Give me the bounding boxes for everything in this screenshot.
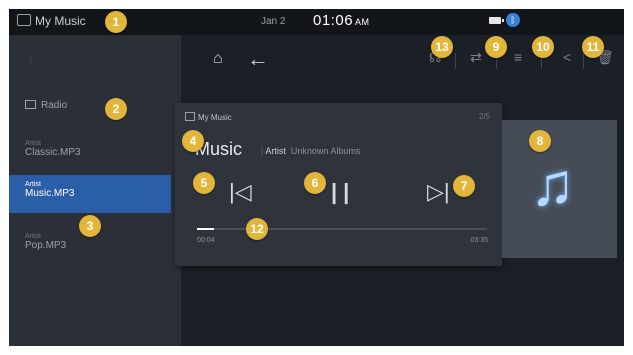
bluetooth-icon: ᛒ xyxy=(506,13,520,27)
back-arrow-icon[interactable]: ← xyxy=(247,46,269,72)
ampm-text: AM xyxy=(355,17,370,27)
callout-badge: 4 xyxy=(182,130,204,152)
artist-label: Artist xyxy=(25,140,41,147)
repeat-icon[interactable]: ⇄ xyxy=(470,49,482,66)
file-label: Music.MP3 xyxy=(25,188,75,199)
callout-badge: 7 xyxy=(453,175,475,197)
callout-badge: 5 xyxy=(193,172,215,194)
previous-track-icon[interactable]: |◁ xyxy=(229,179,252,205)
track-index: 2/5 xyxy=(478,112,490,121)
callout-badge: 1 xyxy=(105,11,127,33)
menu-icon[interactable]: ⁝ xyxy=(29,55,32,66)
folder-icon xyxy=(185,112,195,121)
folder-icon xyxy=(25,100,36,109)
callout-badge: 8 xyxy=(529,130,551,152)
sidebar-item-classic[interactable]: Artist Classic.MP3 xyxy=(9,140,197,158)
artist-label: Artist xyxy=(25,233,41,240)
elapsed-time: 00:04 xyxy=(197,237,215,244)
music-source-icon xyxy=(17,14,31,26)
pause-icon[interactable]: || xyxy=(331,179,355,205)
source-label[interactable]: My Music xyxy=(17,14,86,28)
callout-badge: 6 xyxy=(304,172,326,194)
artist-label: Artist xyxy=(25,181,41,188)
date-text: Jan 2 xyxy=(261,16,286,27)
album-text: Unknown Albums xyxy=(290,146,361,156)
song-meta: | Artist Unknown Albums xyxy=(261,146,361,156)
file-label: Pop.MP3 xyxy=(25,240,67,251)
callout-badge: 13 xyxy=(431,36,453,58)
progress-fill xyxy=(197,228,215,230)
next-track-icon[interactable]: ▷| xyxy=(427,179,450,205)
album-art: ♫ xyxy=(502,120,617,258)
music-note-icon: ♫ xyxy=(530,151,575,218)
share-icon[interactable]: < xyxy=(563,49,571,65)
sidebar-item-music-selected[interactable]: Artist Music.MP3 xyxy=(9,175,171,213)
divider xyxy=(455,53,456,69)
status-bar: My Music Jan 2 01:06 AM ᛒ xyxy=(9,9,624,35)
progress-bar[interactable] xyxy=(197,228,487,230)
clock: 01:06 AM xyxy=(313,12,370,29)
callout-badge: 11 xyxy=(582,36,604,58)
battery-icon xyxy=(489,17,504,24)
file-label: Classic.MP3 xyxy=(25,147,81,158)
radio-label: Radio xyxy=(41,100,68,111)
callout-badge: 2 xyxy=(105,98,127,120)
divider xyxy=(583,53,584,69)
callout-badge: 12 xyxy=(246,218,268,240)
total-duration: 03:35 xyxy=(470,237,488,244)
time-text: 01:06 xyxy=(313,12,354,29)
callout-badge: 10 xyxy=(532,36,554,58)
sidebar-item-radio[interactable]: Radio xyxy=(9,97,197,115)
sidebar: ⁝ Radio Artist Classic.MP3 Artist Music.… xyxy=(9,35,181,346)
artist-text: Artist xyxy=(265,146,286,156)
toolbar: ⌂ ← ☊ ⇄ ≡ < 🗑 xyxy=(181,35,624,85)
list-icon[interactable]: ≡ xyxy=(514,49,522,65)
callout-badge: 3 xyxy=(79,215,101,237)
callout-badge: 9 xyxy=(485,36,507,58)
player-source-text: My Music xyxy=(198,113,232,122)
home-icon[interactable]: ⌂ xyxy=(213,50,235,72)
sidebar-item-pop[interactable]: Artist Pop.MP3 xyxy=(9,233,197,251)
source-text: My Music xyxy=(35,14,86,28)
player-source: My Music xyxy=(185,112,232,122)
